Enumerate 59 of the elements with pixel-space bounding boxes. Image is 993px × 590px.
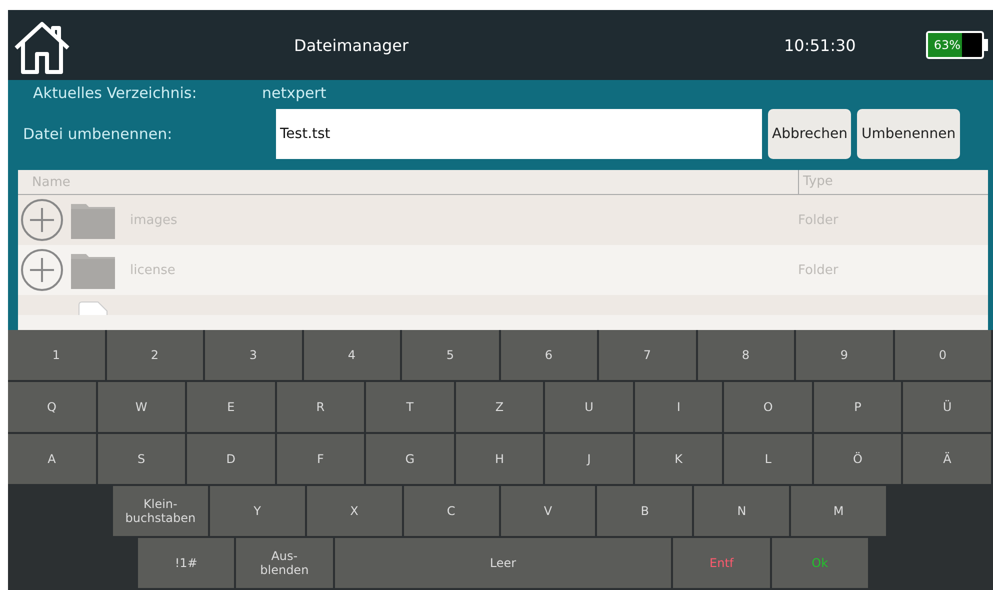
filename-input-field[interactable]: Test.tst xyxy=(276,109,762,159)
keyboard-key[interactable]: H xyxy=(456,434,546,486)
keyboard-key[interactable]: K xyxy=(634,434,724,486)
directory-value: netxpert xyxy=(262,84,326,102)
keyboard-key[interactable]: 5 xyxy=(402,330,500,382)
keyboard-key[interactable]: L xyxy=(724,434,814,486)
expand-icon[interactable] xyxy=(20,198,64,242)
keyboard-key[interactable]: Leer xyxy=(334,538,674,590)
keyboard-key[interactable]: J xyxy=(545,434,635,486)
keyboard-key[interactable]: 3 xyxy=(205,330,304,382)
file-type: Folder xyxy=(797,262,840,278)
keyboard-key[interactable]: 9 xyxy=(796,330,894,382)
keyboard-key[interactable]: U xyxy=(545,382,635,434)
rename-label: Datei umbenennen: xyxy=(23,125,174,143)
keyboard-key[interactable]: Aus- blenden xyxy=(236,538,335,590)
keyboard-key[interactable]: F xyxy=(276,434,366,486)
keyboard-key[interactable]: 0 xyxy=(894,330,993,382)
keyboard-key[interactable]: Z xyxy=(456,382,546,434)
keyboard-key[interactable]: Ok xyxy=(772,538,870,590)
keyboard-key[interactable]: S xyxy=(98,434,188,486)
directory-label: Aktuelles Verzeichnis: xyxy=(33,84,198,102)
keyboard-key[interactable]: 2 xyxy=(106,330,205,382)
keyboard-key[interactable]: D xyxy=(187,434,277,486)
action-button[interactable]: Abbrechen xyxy=(768,109,852,159)
window-title: Dateimanager xyxy=(294,36,410,54)
keyboard-key[interactable]: X xyxy=(306,486,404,538)
keyboard-key[interactable]: Ö xyxy=(814,434,904,486)
keyboard-key[interactable]: B xyxy=(597,486,694,538)
keyboard-key[interactable]: Y xyxy=(210,486,307,538)
keyboard-key[interactable]: !1# xyxy=(138,538,236,590)
keyboard-key[interactable]: T xyxy=(366,382,456,434)
keyboard-key[interactable]: A xyxy=(8,434,98,486)
keyboard-key[interactable]: O xyxy=(724,382,814,434)
keyboard-key[interactable]: E xyxy=(187,382,277,434)
keyboard-key[interactable]: 4 xyxy=(304,330,402,382)
action-button[interactable]: Umbenennen xyxy=(857,109,960,159)
keyboard-key[interactable]: Ü xyxy=(903,382,993,434)
keyboard-key[interactable]: G xyxy=(366,434,456,486)
keyboard-key[interactable]: I xyxy=(634,382,724,434)
keyboard-key[interactable]: C xyxy=(404,486,500,538)
file-icon xyxy=(78,301,108,315)
file-name: license xyxy=(129,262,176,278)
keyboard-key[interactable]: R xyxy=(276,382,366,434)
battery-indicator: 63% xyxy=(926,31,984,59)
keyboard-key[interactable]: Klein- buchstaben xyxy=(113,486,210,538)
keyboard-key[interactable]: 6 xyxy=(500,330,599,382)
home-icon[interactable] xyxy=(12,20,72,76)
keyboard-key[interactable]: Ä xyxy=(903,434,993,486)
keyboard-key[interactable]: 7 xyxy=(599,330,698,382)
keyboard-key[interactable]: W xyxy=(98,382,188,434)
keyboard-key[interactable]: 1 xyxy=(8,330,106,382)
expand-icon[interactable] xyxy=(20,248,64,292)
keyboard-key[interactable]: Q xyxy=(8,382,98,434)
keyboard-key[interactable]: 8 xyxy=(698,330,796,382)
keyboard-key[interactable]: M xyxy=(791,486,888,538)
keyboard-key[interactable]: V xyxy=(500,486,598,538)
keyboard-key[interactable]: P xyxy=(814,382,904,434)
clock-time: 10:51:30 xyxy=(784,36,856,54)
keyboard-key[interactable]: N xyxy=(694,486,792,538)
